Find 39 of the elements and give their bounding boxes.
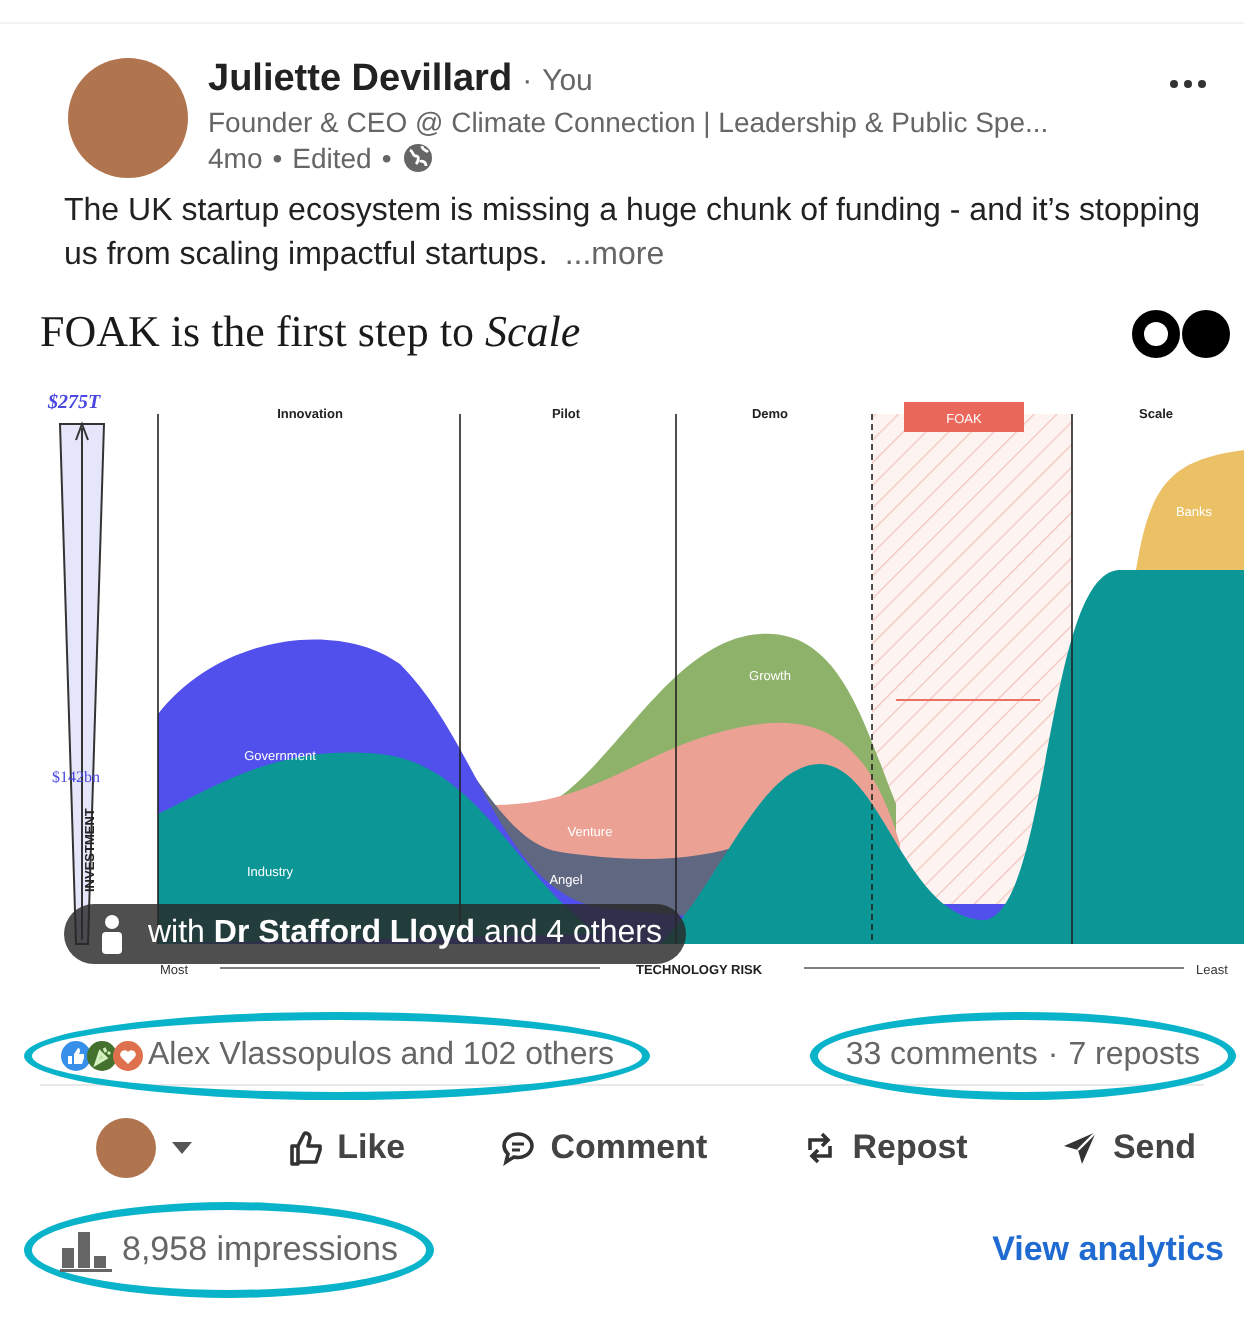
post-time: 4mo <box>208 142 263 174</box>
like-button[interactable]: Like <box>277 1116 414 1180</box>
separator-dot: · <box>522 64 533 98</box>
connection-degree-label: You <box>542 64 593 98</box>
avatar-photo-placeholder <box>96 1118 156 1178</box>
infographic-title: FOAK is the first step to Scale <box>40 306 581 358</box>
impressions-count[interactable]: 8,958 impressions <box>122 1230 398 1270</box>
send-button[interactable]: Send <box>1052 1116 1204 1180</box>
author-headline: Founder & CEO @ Climate Connection | Leadership & Public Spe... <box>208 106 1051 138</box>
axis-top-value: $275T <box>48 392 101 414</box>
speech-bubble-icon <box>498 1128 539 1168</box>
edited-label: Edited <box>292 142 372 174</box>
comment-button[interactable]: Comment <box>490 1116 716 1180</box>
globe-icon <box>401 142 434 174</box>
person-icon <box>100 914 124 954</box>
caret-icon <box>172 1142 192 1154</box>
celebrate-reaction-icon <box>86 1040 118 1072</box>
view-analytics-link[interactable]: View analytics <box>992 1230 1224 1270</box>
stage-tag-background <box>904 402 1024 432</box>
two-circles-logo <box>1132 310 1232 358</box>
comments-count[interactable]: 33 comments <box>845 1038 1038 1074</box>
reactions-count[interactable]: Alex Vlassopulos and 102 others <box>148 1038 615 1074</box>
repost-button[interactable]: Repost <box>792 1116 976 1180</box>
see-more-link[interactable]: ...more <box>564 238 665 272</box>
author-name[interactable]: Juliette Devillard <box>208 58 513 102</box>
separator-dot: · <box>1047 1038 1059 1074</box>
reposts-count[interactable]: 7 reposts <box>1068 1038 1200 1074</box>
paper-plane-icon <box>1060 1128 1101 1168</box>
tagged-people-text: with Dr Stafford Lloyd and 4 others <box>148 916 662 952</box>
like-reaction-icon <box>60 1040 92 1072</box>
banks-area <box>1136 450 1244 570</box>
bar-chart-icon <box>60 1228 112 1272</box>
post-text: The UK startup ecosystem is missing a huge chunk of funding - and it’s stopping us from scaling impactful startups. ...more <box>64 192 1203 276</box>
separator-dot: • <box>381 142 392 174</box>
tagged-people-overlay[interactable]: with Dr Stafford Lloyd and 4 others <box>64 904 686 964</box>
thumbs-up-icon <box>285 1128 326 1168</box>
love-reaction-icon <box>112 1040 144 1072</box>
ellipsis-icon <box>1168 78 1208 90</box>
separator-dot: • <box>272 142 283 174</box>
